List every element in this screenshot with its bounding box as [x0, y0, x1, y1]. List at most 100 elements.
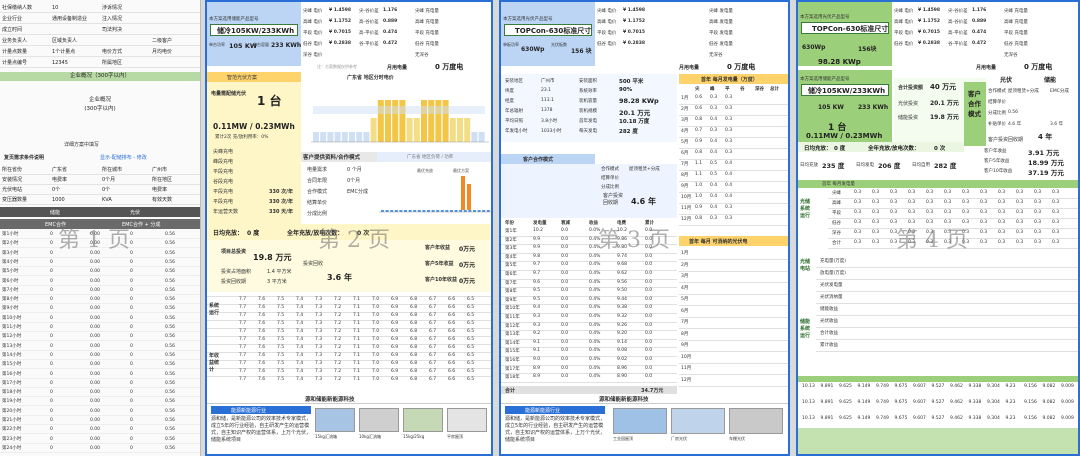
daily-label: 日均发电 [856, 163, 874, 168]
yearly-cell: 9.9 [533, 236, 541, 242]
yearly-cell: 第13年 [505, 332, 520, 338]
info-cell: 1个计量点 [52, 49, 76, 55]
power-value: 630Wp [521, 46, 545, 53]
yearly-cell: 9.80 [617, 245, 628, 251]
grid-cell: 0.3 [980, 200, 988, 205]
yearly-cell: 9.8 [533, 253, 541, 259]
grid-cell: 0.3 [1034, 200, 1042, 205]
month-label: 7月 [681, 320, 689, 325]
price-value: ¥ 0.2838 [918, 41, 941, 46]
yearly-cell: 0.0 [645, 279, 653, 285]
data-cell: 0 [50, 297, 53, 303]
table-cell: 6.8 [410, 313, 418, 318]
table-cell: 7.6 [258, 337, 266, 342]
band [798, 376, 1078, 382]
table-cell: 6.7 [429, 369, 437, 374]
data-cell: 0.56 [165, 352, 176, 358]
client-label: 分成比例 [307, 211, 328, 217]
footer-value: 9.462 [950, 400, 963, 405]
detail-label: 平段充电 [213, 189, 234, 195]
es-cap: 233 KWh [858, 104, 889, 111]
chart-label: 首年 每月发电量 [822, 182, 855, 187]
detail-value: 330 次/年 [269, 189, 294, 195]
info-value: 90% [619, 87, 633, 93]
data-cell: 0 [130, 343, 133, 349]
data-row: 第1小时 0 0.00 0 0.56 [0, 231, 200, 239]
grid-cell: 0.3 [1052, 210, 1060, 215]
grid-cell: 0.3 [1052, 240, 1060, 245]
tariff-bar [349, 132, 355, 142]
yearly-cell: 0.0 [561, 279, 569, 285]
data-cell: 第18小时 [2, 390, 22, 396]
grid-cell: 0.3 [1052, 220, 1060, 225]
price-label: 尖峰 充电量 [415, 9, 439, 14]
table-cell: 7.6 [258, 345, 266, 350]
footer-value: 9.338 [968, 416, 982, 421]
gen-header: 尖 [695, 87, 700, 92]
data-cell: 0 [130, 259, 133, 265]
detail-label: 平段充电 [213, 169, 234, 175]
info-value: 10.18 万度 [619, 119, 650, 125]
table-cell: 6.5 [467, 329, 475, 334]
detail-value: 330 次/年 [269, 199, 294, 205]
data-cell: 0 [130, 306, 133, 312]
table-cell: 7.2 [334, 353, 342, 358]
row-label: 光伏发电量 [820, 283, 843, 288]
data-row: 第7小时 0 0.00 0 0.56 [0, 287, 200, 295]
band [313, 106, 485, 114]
grid-cell: 0.3 [962, 200, 970, 205]
month-label: 11月 [681, 206, 692, 211]
edit-link[interactable]: 显示-配储排布 - 修改 [100, 154, 147, 161]
data-cell: 0 [130, 334, 133, 340]
grid-cell: 0.3 [980, 240, 988, 245]
table-cell: 7.0 [372, 337, 380, 342]
yearly-cell: 0.0 [561, 236, 569, 242]
section-header: 客户提供资料/合作模式 [301, 152, 383, 162]
gen-header: 谷 [740, 87, 745, 92]
grid-cell: 0.3 [1052, 200, 1060, 205]
table-cell: 7.5 [277, 337, 285, 342]
table-cell: 6.8 [410, 329, 418, 334]
gen-value: 0.3 [710, 128, 718, 133]
data-cell: 0.00 [90, 325, 101, 330]
month-label: 3月 [681, 118, 689, 123]
table-cell: 6.6 [448, 361, 456, 366]
product-photo [403, 408, 443, 432]
table-cell: 7.5 [277, 305, 285, 310]
yearly-cell: 0.0 [561, 228, 569, 233]
yearly-cell: 0.0 [645, 271, 653, 276]
client-label: 分成比例 [601, 185, 619, 190]
yearly-cell: 0.4% [589, 365, 601, 371]
table-cell: 7.7 [239, 321, 247, 326]
data-row: 第18小时 0 0.00 0 0.56 [0, 389, 200, 398]
yearly-cell: 0.4% [589, 348, 601, 354]
yearly-cell: 9.38 [617, 305, 628, 311]
footer-value: 9.527 [931, 384, 945, 389]
data-cell: 0 [50, 278, 53, 284]
price-label: 低谷 充电量 [1004, 42, 1028, 47]
invest-value: 19.8 万元 [253, 253, 292, 262]
month-label: 6月 [681, 308, 689, 314]
sheet-page-2: 本方案选用储能产品型号 储冷105KW/233KWh 单台功率 105 KW 单… [205, 0, 493, 456]
load-bar [467, 184, 471, 210]
model-name: 储冷105KW/233KWh [217, 27, 295, 35]
gen-value: 0.3 [710, 95, 718, 100]
tariff-bar [341, 132, 348, 142]
mode-label: 合作模式 [988, 89, 1006, 94]
data-row: 第9小时 0 0.00 0 0.56 [0, 305, 200, 314]
es-model-box: 储冷105KW/233KWh [801, 84, 889, 96]
grid-cell: 0.3 [962, 220, 970, 225]
mode-value: 屋顶租赁+分成 [1008, 89, 1039, 94]
gen-value: 0.3 [725, 205, 733, 210]
table-cell: 7.6 [258, 305, 266, 310]
data-cell: 0 [130, 287, 133, 293]
detail-label: 谷段充电 [213, 179, 234, 185]
gen-value: 0.3 [725, 106, 733, 111]
revenue-value: 0万元 [459, 278, 476, 285]
gen-value: 0.7 [695, 128, 703, 133]
table-cell: 7.7 [239, 297, 247, 302]
footer-value: 10.13 [802, 400, 815, 405]
load-bar [390, 210, 394, 212]
table-cell: 7.5 [277, 313, 285, 318]
data-row: 第14小时 0 0.00 0 0.56 [0, 352, 200, 360]
